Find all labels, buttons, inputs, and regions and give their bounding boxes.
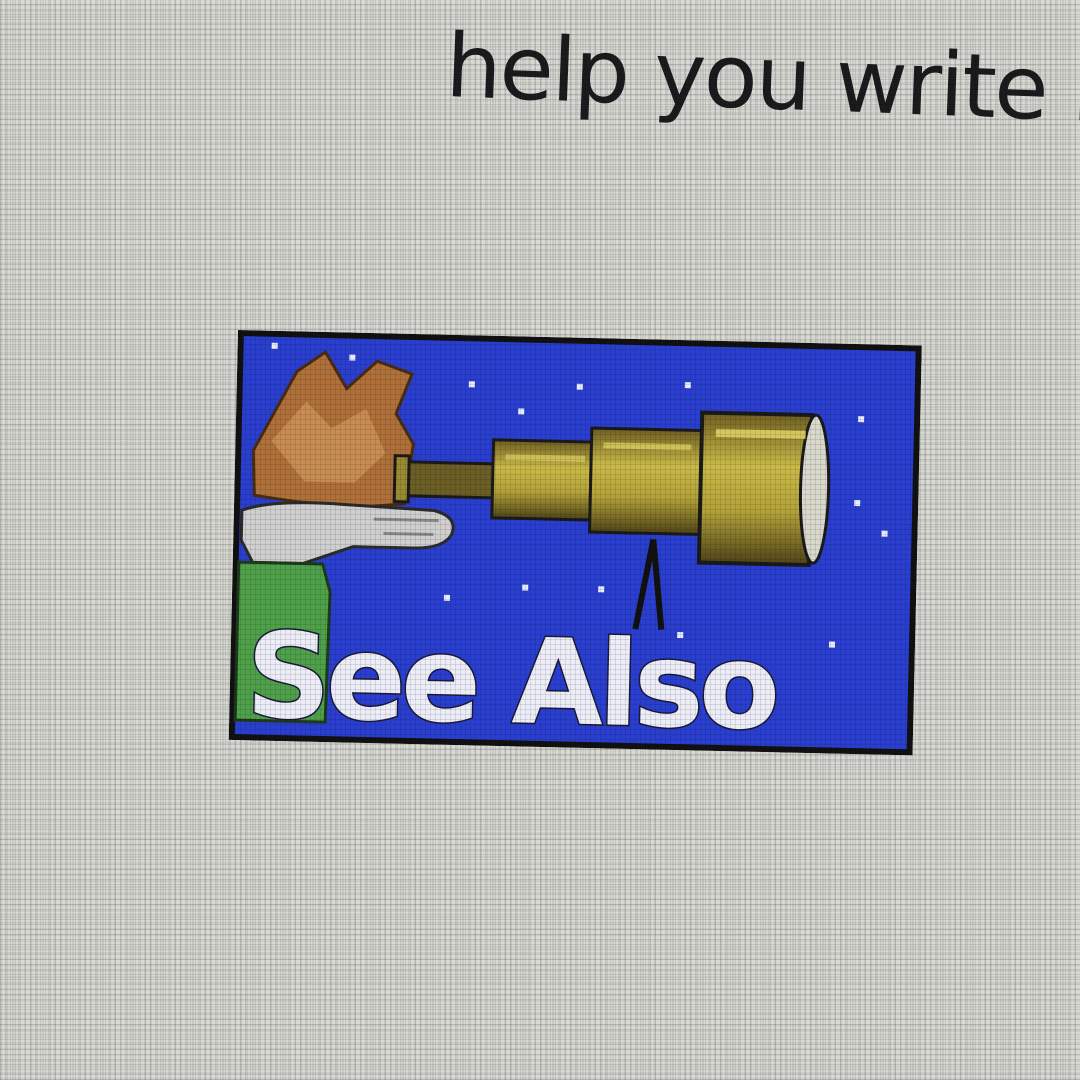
help-text-line: help you write re (444, 14, 1080, 145)
see-also-button[interactable]: See Also (228, 330, 922, 756)
screen: { "page": { "body_text_fragment": "help … (0, 0, 1080, 1080)
see-also-label: See Also (245, 606, 777, 755)
see-also-graphic: See Also (228, 330, 922, 756)
